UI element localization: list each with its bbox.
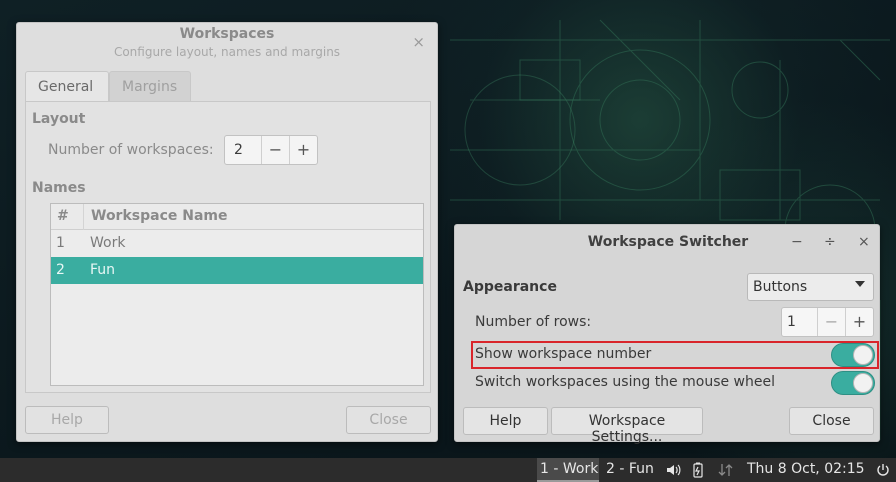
table-row[interactable]: 1 Work — [51, 230, 423, 257]
num-workspaces-value[interactable]: 2 — [225, 136, 261, 164]
toggle-knob — [853, 373, 873, 393]
close-icon[interactable]: × — [858, 234, 870, 250]
num-workspaces-label: Number of workspaces: — [48, 142, 214, 158]
column-header-number[interactable]: # — [57, 208, 69, 224]
decrement-button[interactable]: − — [261, 136, 289, 164]
close-button[interactable]: Close — [346, 406, 431, 434]
decrement-button[interactable]: − — [817, 308, 845, 336]
workspaces-dialog: Workspaces Configure layout, names and m… — [16, 22, 438, 442]
workspace-names-table[interactable]: # Workspace Name 1 Work 2 Fun — [50, 203, 424, 386]
tab-margins[interactable]: Margins — [109, 71, 191, 102]
close-button[interactable]: Close — [789, 407, 874, 435]
dropdown-arrow-icon — [855, 281, 865, 287]
network-icon[interactable] — [716, 462, 736, 482]
row-number: 2 — [56, 262, 65, 278]
rows-stepper[interactable]: 1 − + — [781, 307, 874, 337]
power-icon[interactable] — [876, 462, 890, 482]
increment-button[interactable]: + — [289, 136, 317, 164]
show-number-label: Show workspace number — [475, 346, 652, 362]
appearance-label: Appearance — [463, 279, 557, 295]
increment-button[interactable]: + — [845, 308, 873, 336]
names-section-label: Names — [32, 180, 86, 196]
switcher-title: Workspace Switcher — [587, 234, 749, 250]
workspace-button-2[interactable]: 2 - Fun — [606, 461, 654, 477]
table-header: # Workspace Name — [51, 204, 423, 230]
row-name[interactable]: Work — [90, 235, 125, 251]
row-name[interactable]: Fun — [90, 262, 115, 278]
maximize-icon[interactable]: ÷ — [824, 234, 836, 250]
appearance-value: Buttons — [753, 279, 808, 295]
help-button[interactable]: Help — [25, 406, 109, 434]
workspace-button-1[interactable]: 1 - Work — [540, 461, 598, 477]
mouse-wheel-label: Switch workspaces using the mouse wheel — [475, 374, 775, 390]
clock[interactable]: Thu 8 Oct, 02:15 — [747, 461, 865, 477]
toggle-knob — [853, 345, 873, 365]
row-number: 1 — [56, 235, 65, 251]
table-row-selected[interactable]: 2 Fun — [51, 257, 423, 284]
workspace-settings-button[interactable]: Workspace Settings... — [551, 407, 703, 445]
num-workspaces-stepper[interactable]: 2 − + — [224, 135, 318, 165]
close-icon[interactable]: × — [412, 33, 425, 51]
workspace-switcher-dialog: Workspace Switcher − ÷ × Appearance Butt… — [454, 224, 880, 445]
column-header-name[interactable]: Workspace Name — [91, 208, 228, 224]
layout-section-label: Layout — [32, 111, 86, 127]
workspaces-title: Workspaces — [179, 26, 275, 42]
rows-value[interactable]: 1 — [782, 308, 817, 336]
bottom-panel: 1 - Work 2 - Fun Thu 8 Oct, 02:15 — [0, 458, 896, 482]
rows-label: Number of rows: — [475, 314, 592, 330]
battery-icon[interactable] — [692, 462, 704, 482]
column-separator — [83, 204, 84, 230]
appearance-dropdown[interactable]: Buttons — [747, 273, 874, 301]
workspaces-subtitle: Configure layout, names and margins — [113, 45, 341, 59]
mouse-wheel-toggle[interactable] — [831, 371, 875, 395]
show-number-toggle[interactable] — [831, 343, 875, 367]
minimize-icon[interactable]: − — [791, 234, 803, 250]
volume-icon[interactable] — [665, 462, 681, 482]
help-button[interactable]: Help — [463, 407, 548, 435]
tab-general[interactable]: General — [25, 71, 109, 102]
